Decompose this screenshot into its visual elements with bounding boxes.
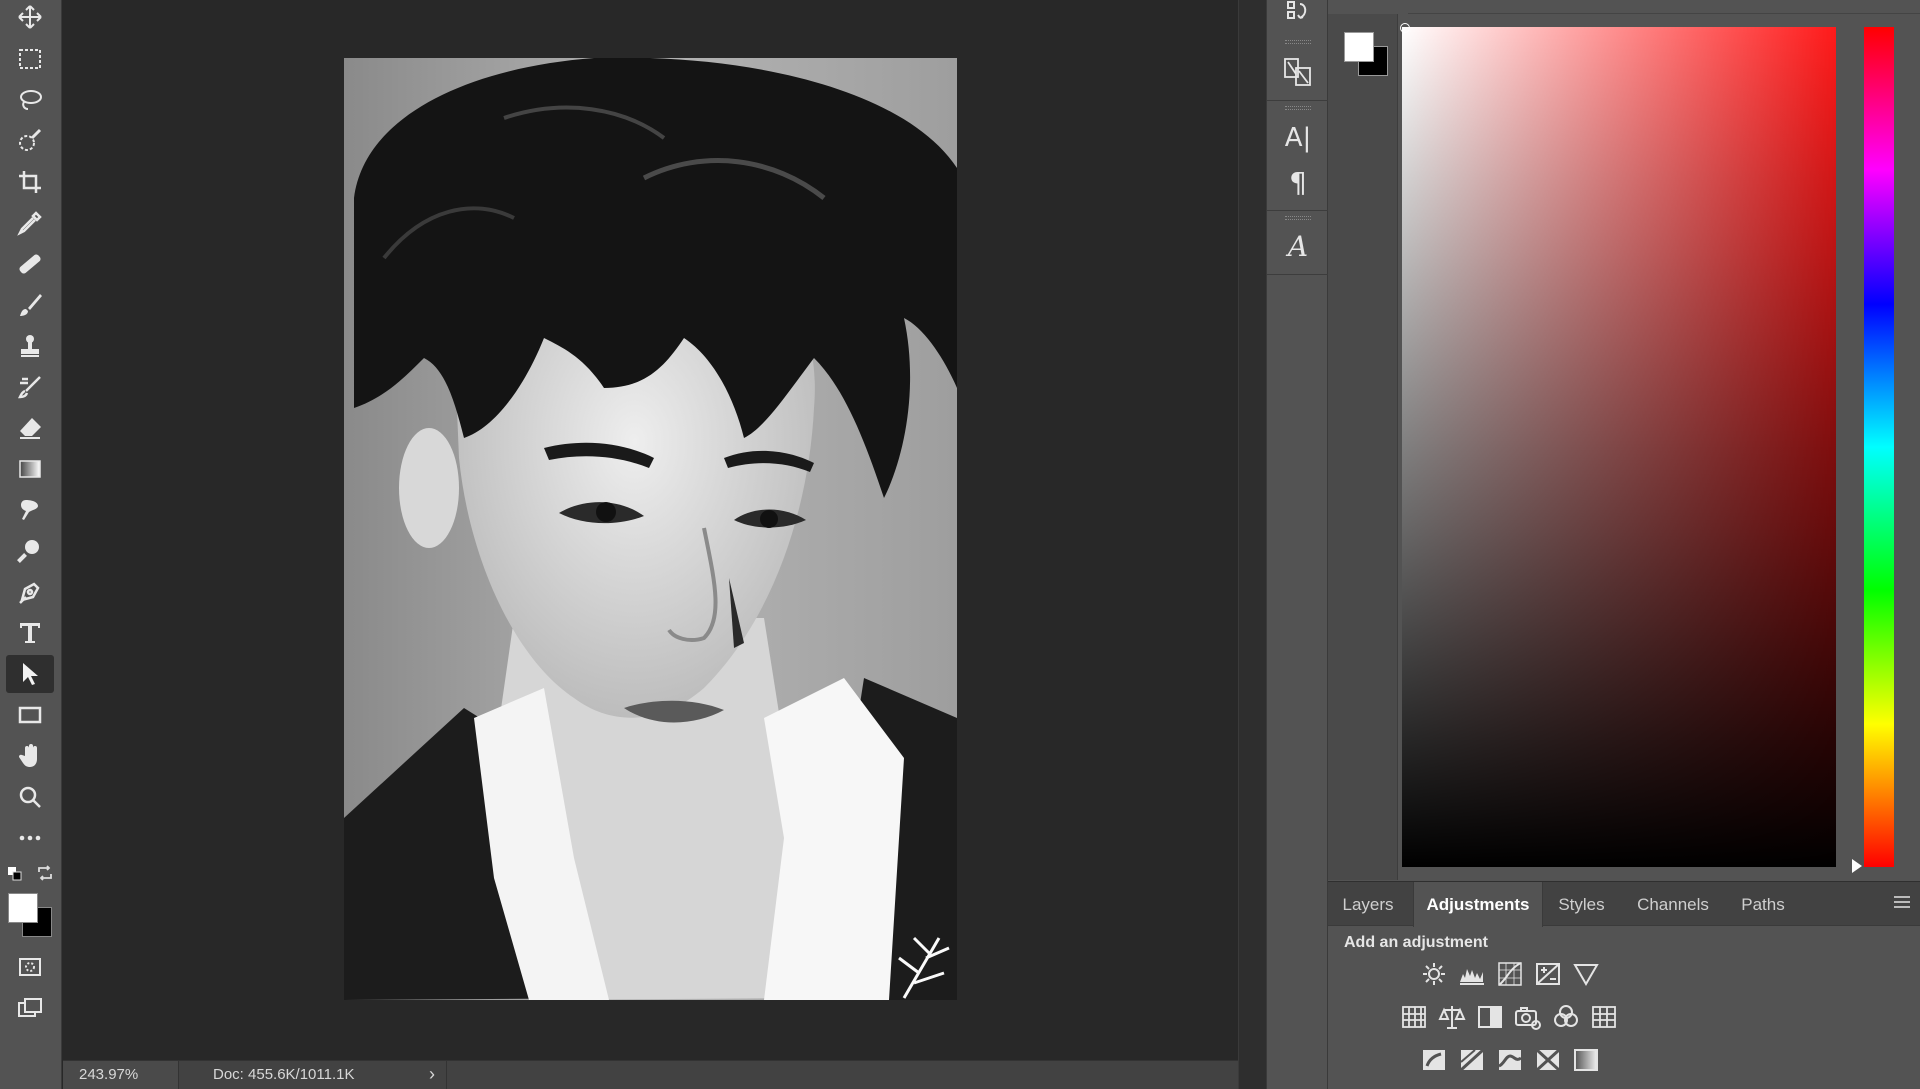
tab-channels[interactable]: Channels [1620,882,1726,927]
hand-icon[interactable] [6,737,54,775]
selective-color-icon[interactable] [1532,1044,1564,1076]
rectangle-icon[interactable] [6,696,54,734]
quick-mask-icon[interactable] [6,948,54,986]
clone-stamp-icon[interactable] [6,327,54,365]
zoom-level[interactable]: 243.97% [63,1061,179,1089]
adjustments-title: Add an adjustment [1344,934,1489,951]
history-brush-icon[interactable] [6,368,54,406]
invert-icon[interactable] [1418,1044,1450,1076]
tab-layers[interactable]: Layers [1328,882,1408,927]
panel-tabs: Layers Adjustments Styles Channels Paths [1328,881,1920,927]
dock-divider [1267,100,1329,101]
color-picker-panel [1328,0,1920,880]
document-size-info: Doc: 455.6K/1011.1K [213,1066,355,1083]
dock-divider [1267,210,1329,211]
saturation-brightness-field[interactable] [1402,27,1836,867]
dock-grip[interactable] [1285,216,1311,220]
panel-dock: A| ¶ A [1266,0,1329,1089]
crop-icon[interactable] [6,163,54,201]
eraser-icon[interactable] [6,409,54,447]
status-bar: 243.97% Doc: 455.6K/1011.1K › [63,1060,1238,1089]
status-menu-arrow-icon[interactable]: › [429,1064,435,1085]
pen-icon[interactable] [6,573,54,611]
levels-icon[interactable] [1456,958,1488,990]
portrait-photo[interactable] [344,58,957,1000]
color-swatches-area [1328,14,1398,880]
curves-icon[interactable] [1494,958,1526,990]
right-panels: Layers Adjustments Styles Channels Paths… [1328,0,1920,1089]
threshold-icon[interactable] [1494,1044,1526,1076]
eyedropper-icon[interactable] [6,204,54,242]
tab-paths[interactable]: Paths [1728,882,1798,927]
photo-filter-icon[interactable] [1512,1001,1544,1033]
hue-saturation-icon[interactable] [1398,1001,1430,1033]
panel-top-strip [1408,0,1920,14]
screen-mode-icon[interactable] [6,989,54,1027]
status-divider [446,1061,447,1089]
marquee-icon[interactable] [6,40,54,78]
hue-slider[interactable] [1864,27,1894,867]
gradient-icon[interactable] [6,450,54,488]
dock-divider [1267,274,1329,275]
panel-menu-icon[interactable] [1894,896,1910,908]
lasso-icon[interactable] [6,81,54,119]
paragraph-panel-icon[interactable]: ¶ [1274,162,1322,202]
smudge-icon[interactable] [6,491,54,529]
dock-grip[interactable] [1285,106,1311,110]
zoom-icon[interactable] [6,778,54,816]
document-canvas[interactable] [63,0,1238,1060]
brush-icon[interactable] [6,286,54,324]
vertical-scrollbar[interactable] [1238,0,1266,1089]
tools-panel [0,0,62,1089]
type-icon[interactable] [6,614,54,652]
color-balance-icon[interactable] [1436,1001,1468,1033]
clone-source-panel-icon[interactable] [1274,52,1322,92]
dodge-icon[interactable] [6,532,54,570]
swap-colors-icon[interactable] [36,864,54,885]
tab-adjustments[interactable]: Adjustments [1413,882,1543,927]
dock-grip[interactable] [1285,40,1311,44]
move-tool-icon[interactable] [6,0,54,36]
foreground-color-swatch[interactable] [8,893,38,923]
quick-selection-icon[interactable] [6,122,54,160]
path-selection-icon[interactable] [6,655,54,693]
glyphs-panel-icon[interactable]: A [1274,226,1322,266]
hue-slider-marker[interactable] [1852,859,1862,873]
vibrance-icon[interactable] [1570,958,1602,990]
healing-brush-icon[interactable] [6,245,54,283]
black-white-icon[interactable] [1474,1001,1506,1033]
character-panel-icon[interactable]: A| [1274,118,1322,158]
color-lookup-icon[interactable] [1588,1001,1620,1033]
tab-styles[interactable]: Styles [1544,882,1619,927]
default-colors-icon[interactable] [7,866,23,885]
history-panel-icon[interactable] [1274,0,1322,32]
exposure-icon[interactable] [1532,958,1564,990]
color-field-marker[interactable] [1400,23,1410,33]
channel-mixer-icon[interactable] [1550,1001,1582,1033]
photoshop-window: 243.97% Doc: 455.6K/1011.1K › A| ¶ A Lay… [0,0,1920,1089]
brightness-contrast-icon[interactable] [1418,958,1450,990]
foreground-color-chip[interactable] [1344,32,1374,62]
gradient-map-icon[interactable] [1570,1044,1602,1076]
posterize-icon[interactable] [1456,1044,1488,1076]
more-tools-icon[interactable] [6,819,54,857]
